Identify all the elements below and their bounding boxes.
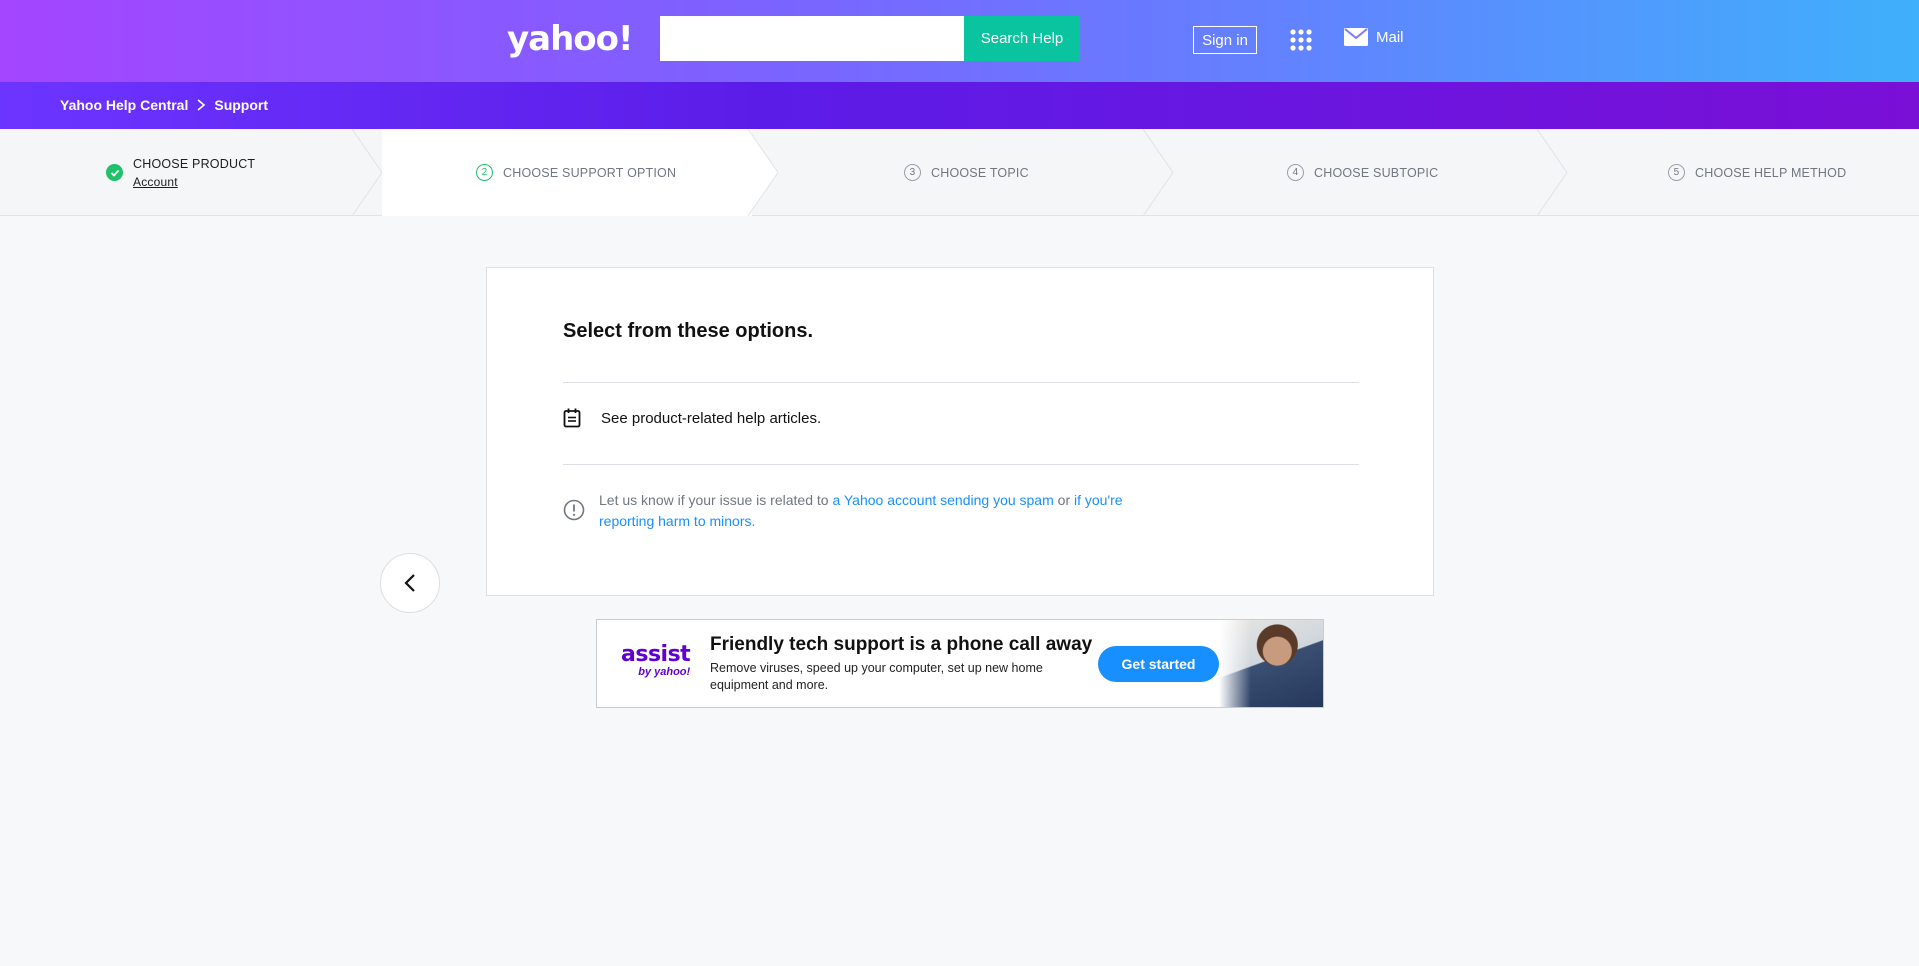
ad-headline: Friendly tech support is a phone call aw…	[710, 634, 1093, 655]
divider	[563, 382, 1359, 383]
search-input[interactable]	[660, 16, 964, 61]
search-help-button[interactable]: Search Help	[964, 16, 1080, 61]
calendar-list-icon	[563, 408, 581, 428]
step-label: CHOOSE HELP METHOD	[1695, 165, 1847, 180]
notice-middle: or	[1053, 492, 1074, 508]
option-label: See product-related help articles.	[601, 409, 822, 427]
breadcrumb-item-help-central[interactable]: Yahoo Help Central	[60, 97, 188, 113]
step-divider	[1143, 129, 1173, 216]
mail-link[interactable]: Mail	[1344, 28, 1404, 46]
yahoo-logo[interactable]: yahoo!	[507, 19, 634, 59]
step-choose-product[interactable]: CHOOSE PRODUCT Account	[0, 129, 360, 216]
step-divider	[748, 129, 778, 216]
ad-photo	[1219, 620, 1323, 707]
check-circle-icon	[106, 164, 123, 181]
assist-ad-banner[interactable]: assist by yahoo! Friendly tech support i…	[596, 619, 1324, 708]
info-alert-icon	[563, 499, 585, 521]
spam-harm-notice: Let us know if your issue is related to …	[563, 490, 1163, 532]
step-label: CHOOSE SUBTOPIC	[1314, 165, 1439, 180]
breadcrumb-bar: Yahoo Help Central Support	[0, 82, 1919, 129]
breadcrumb: Yahoo Help Central Support	[60, 97, 268, 113]
step-choose-support-option[interactable]: 2 CHOOSE SUPPORT OPTION	[382, 129, 752, 216]
chevron-right-icon	[197, 99, 206, 111]
step-choose-subtopic[interactable]: 4 CHOOSE SUBTOPIC	[1173, 129, 1543, 216]
divider	[563, 464, 1359, 465]
assist-logo-byline: by yahoo!	[638, 666, 691, 678]
assist-logo: assist by yahoo!	[621, 642, 691, 679]
support-options-card: Select from these options. See product-r…	[486, 267, 1434, 596]
step-number: 2	[476, 164, 493, 181]
ad-body: Remove viruses, speed up your computer, …	[710, 661, 1043, 692]
help-articles-option[interactable]: See product-related help articles.	[563, 408, 821, 428]
step-label: CHOOSE SUPPORT OPTION	[503, 165, 677, 180]
step-divider	[1537, 129, 1567, 216]
step-number: 4	[1287, 164, 1304, 181]
step-label: CHOOSE TOPIC	[931, 165, 1029, 180]
notice-prefix: Let us know if your issue is related to	[599, 492, 833, 508]
chevron-left-icon	[404, 574, 415, 592]
card-title: Select from these options.	[563, 320, 814, 342]
get-started-button[interactable]: Get started	[1098, 646, 1219, 682]
apps-grid-icon[interactable]	[1289, 28, 1313, 52]
progress-steps: CHOOSE PRODUCT Account 2 CHOOSE SUPPORT …	[0, 129, 1919, 216]
sign-in-button[interactable]: Sign in	[1193, 26, 1257, 54]
step-number: 5	[1668, 164, 1685, 181]
spam-report-link[interactable]: a Yahoo account sending you spam	[832, 492, 1053, 508]
mail-icon	[1344, 28, 1368, 46]
step-number: 3	[904, 164, 921, 181]
mail-label: Mail	[1376, 28, 1404, 46]
step-choose-topic[interactable]: 3 CHOOSE TOPIC	[778, 129, 1148, 216]
step-divider	[352, 129, 382, 216]
breadcrumb-item-support[interactable]: Support	[214, 97, 268, 113]
step-label: CHOOSE PRODUCT	[133, 156, 256, 171]
notice-text: Let us know if your issue is related to …	[599, 490, 1163, 532]
assist-logo-text: assist	[621, 642, 691, 667]
back-button[interactable]	[380, 553, 440, 613]
step-choose-help-method[interactable]: 5 CHOOSE HELP METHOD	[1567, 129, 1919, 216]
top-header: yahoo! Search Help Sign in Mail	[0, 0, 1919, 82]
step-product-link[interactable]: Account	[133, 175, 255, 189]
